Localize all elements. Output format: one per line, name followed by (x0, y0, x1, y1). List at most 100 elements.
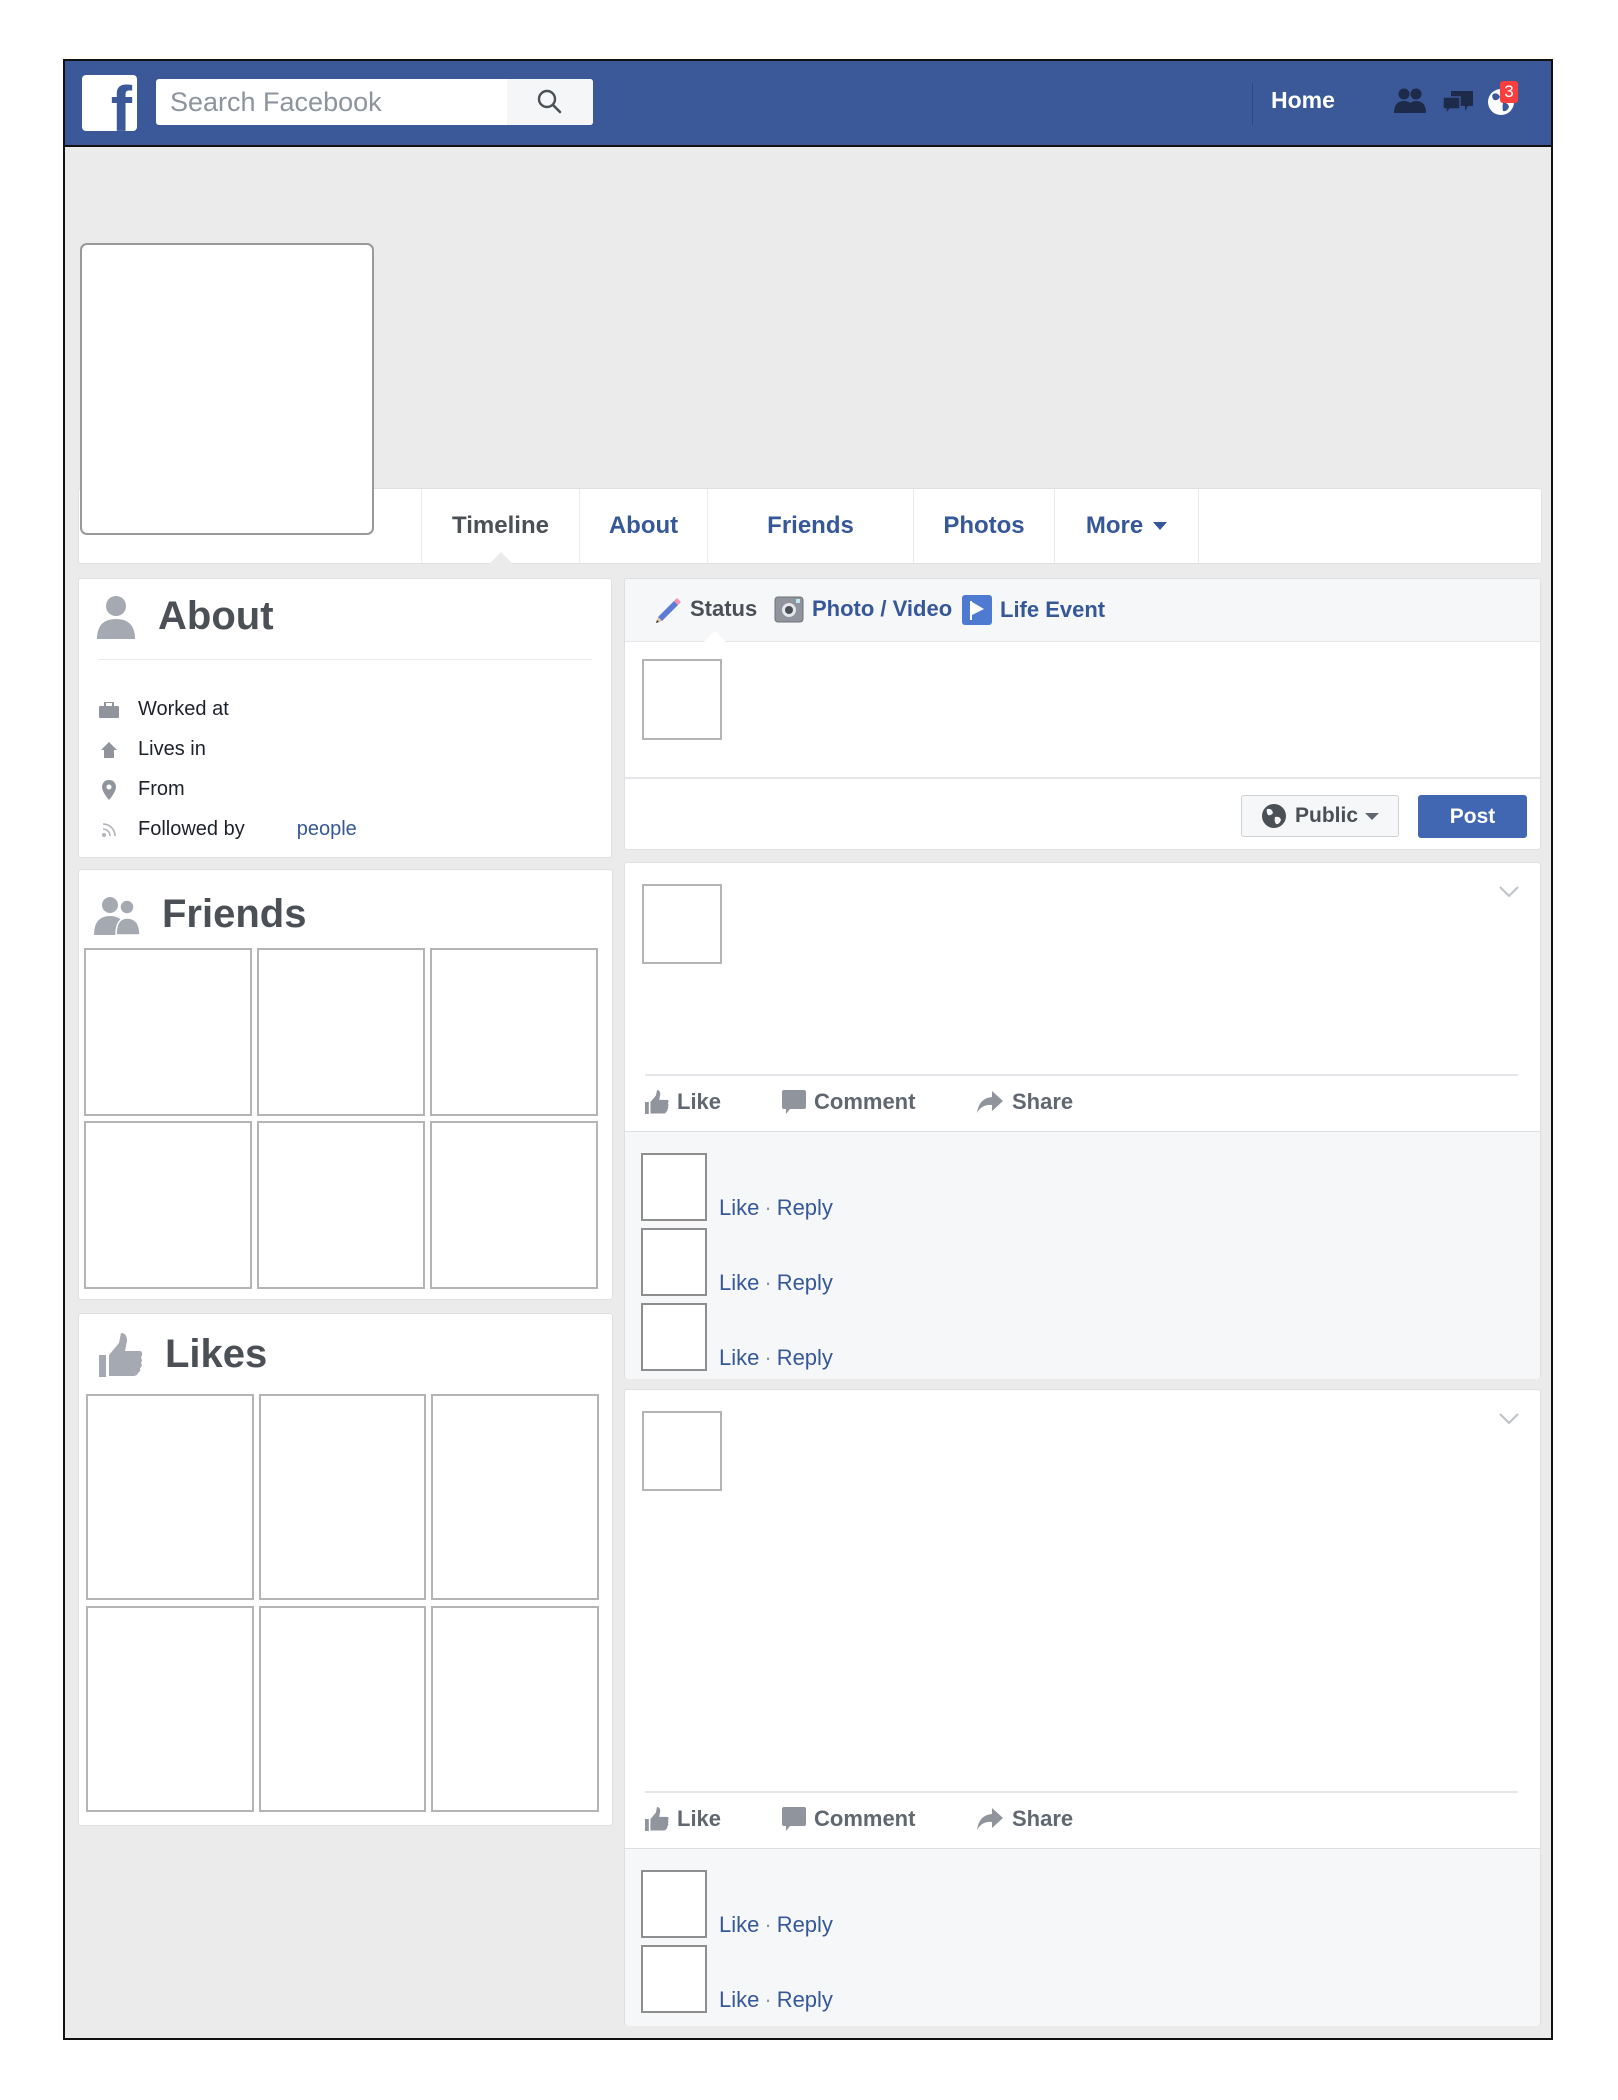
tab-about[interactable]: About (579, 489, 707, 563)
comment-like-link[interactable]: Like (719, 1345, 759, 1370)
about-row-label: Followed by (138, 818, 245, 840)
friend-tile[interactable] (257, 948, 425, 1116)
comment-item: Like · Reply (641, 1303, 1041, 1371)
commenter-avatar[interactable] (641, 1870, 707, 1938)
about-row-label: Worked at (138, 698, 229, 720)
privacy-selector[interactable]: Public (1241, 795, 1399, 837)
tab-label: Timeline (452, 512, 549, 539)
comment-button[interactable]: Comment (782, 1806, 915, 1832)
friend-tile[interactable] (430, 948, 598, 1116)
flag-icon (962, 595, 992, 625)
friend-tile[interactable] (84, 1121, 252, 1289)
comment-reply-link[interactable]: Reply (777, 1912, 833, 1937)
about-row-label: From (138, 778, 185, 800)
post-composer: Status Photo / Video Life Event Public P… (624, 578, 1541, 850)
profile-picture[interactable] (80, 243, 374, 535)
notification-badge: 3 (1500, 81, 1518, 103)
separator: · (764, 1270, 772, 1295)
comment-like-link[interactable]: Like (719, 1195, 759, 1220)
composer-tab-life-event[interactable]: Life Event (962, 595, 1105, 625)
tab-label: Friends (767, 512, 854, 539)
action-label: Share (1012, 1806, 1074, 1831)
comment-bubble-icon (782, 1089, 806, 1115)
friends-card: Friends (78, 869, 613, 1300)
comment-actions: Like · Reply (719, 1270, 833, 1296)
rss-feed-icon (98, 822, 120, 838)
comment-like-link[interactable]: Like (719, 1987, 759, 2012)
comment-like-link[interactable]: Like (719, 1912, 759, 1937)
separator: · (764, 1987, 772, 2012)
post-actions: Like Comment Share (645, 1804, 1518, 1834)
liked-page-tile[interactable] (86, 1606, 254, 1812)
post-author-avatar[interactable] (642, 1411, 722, 1491)
comment-item: Like · Reply (641, 1945, 1041, 2013)
liked-page-tile[interactable] (431, 1606, 599, 1812)
friend-tile[interactable] (430, 1121, 598, 1289)
liked-page-tile[interactable] (86, 1394, 254, 1600)
tab-more[interactable]: More (1054, 489, 1199, 563)
likes-card: Likes (78, 1313, 613, 1826)
composer-tab-label: Status (690, 596, 758, 621)
tab-friends[interactable]: Friends (707, 489, 913, 563)
comments-section: Like · Reply Like · Reply (625, 1848, 1540, 2026)
friends-heading[interactable]: Friends (94, 892, 306, 937)
about-heading: About (96, 593, 274, 639)
post-button[interactable]: Post (1418, 795, 1527, 838)
facebook-logo-icon[interactable]: f (82, 75, 137, 131)
comment-button[interactable]: Comment (782, 1089, 915, 1115)
share-button[interactable]: Share (976, 1089, 1073, 1115)
composer-tab-photo-video[interactable]: Photo / Video (774, 595, 952, 623)
post-card: Like Comment Share Like · Reply Like · R… (624, 1389, 1541, 2026)
like-button[interactable]: Like (645, 1089, 721, 1115)
facebook-profile-window: f Home 3 (63, 59, 1553, 2040)
likes-heading[interactable]: Likes (99, 1332, 267, 1377)
liked-page-tile[interactable] (431, 1394, 599, 1600)
composer-tab-status[interactable]: Status (654, 595, 757, 623)
friend-tile[interactable] (257, 1121, 425, 1289)
comment-actions: Like · Reply (719, 1345, 833, 1371)
location-pin-icon (98, 779, 120, 800)
liked-page-tile[interactable] (258, 1394, 427, 1600)
search-box (156, 79, 593, 125)
comment-reply-link[interactable]: Reply (777, 1270, 833, 1295)
separator: · (764, 1195, 772, 1220)
commenter-avatar[interactable] (641, 1228, 707, 1296)
thumbs-up-icon (99, 1332, 143, 1377)
about-row-from: From (98, 778, 185, 801)
comment-item: Like · Reply (641, 1870, 1041, 1938)
commenter-avatar[interactable] (641, 1945, 707, 2013)
post-author-avatar[interactable] (642, 884, 722, 964)
search-button[interactable] (507, 79, 593, 125)
commenter-avatar[interactable] (641, 1153, 707, 1221)
divider (645, 1074, 1518, 1076)
followers-link[interactable]: people (297, 818, 357, 841)
home-link[interactable]: Home (1271, 87, 1335, 114)
home-icon (98, 741, 120, 759)
friend-tile[interactable] (84, 948, 252, 1116)
chevron-down-icon[interactable] (1498, 1412, 1520, 1426)
share-button[interactable]: Share (976, 1806, 1073, 1832)
chevron-down-icon[interactable] (1498, 885, 1520, 899)
briefcase-icon (98, 701, 120, 718)
privacy-label: Public (1294, 804, 1358, 827)
comment-reply-link[interactable]: Reply (777, 1195, 833, 1220)
tab-photos[interactable]: Photos (913, 489, 1054, 563)
about-row-work: Worked at (98, 698, 229, 721)
liked-page-tile[interactable] (258, 1606, 427, 1812)
commenter-avatar[interactable] (641, 1303, 707, 1371)
messages-icon[interactable] (1440, 83, 1476, 119)
divider (98, 659, 592, 660)
likes-title: Likes (165, 1332, 268, 1376)
comment-actions: Like · Reply (719, 1912, 833, 1938)
comment-bubble-icon (782, 1806, 806, 1832)
composer-footer: Public Post (625, 777, 1540, 850)
comment-reply-link[interactable]: Reply (777, 1987, 833, 2012)
tab-timeline[interactable]: Timeline (421, 489, 579, 564)
about-row-lives: Lives in (98, 738, 206, 761)
comment-reply-link[interactable]: Reply (777, 1345, 833, 1370)
like-button[interactable]: Like (645, 1806, 721, 1832)
comment-like-link[interactable]: Like (719, 1270, 759, 1295)
friend-requests-icon[interactable] (1392, 83, 1428, 119)
search-input[interactable] (156, 79, 506, 125)
globe-icon (1261, 804, 1286, 828)
